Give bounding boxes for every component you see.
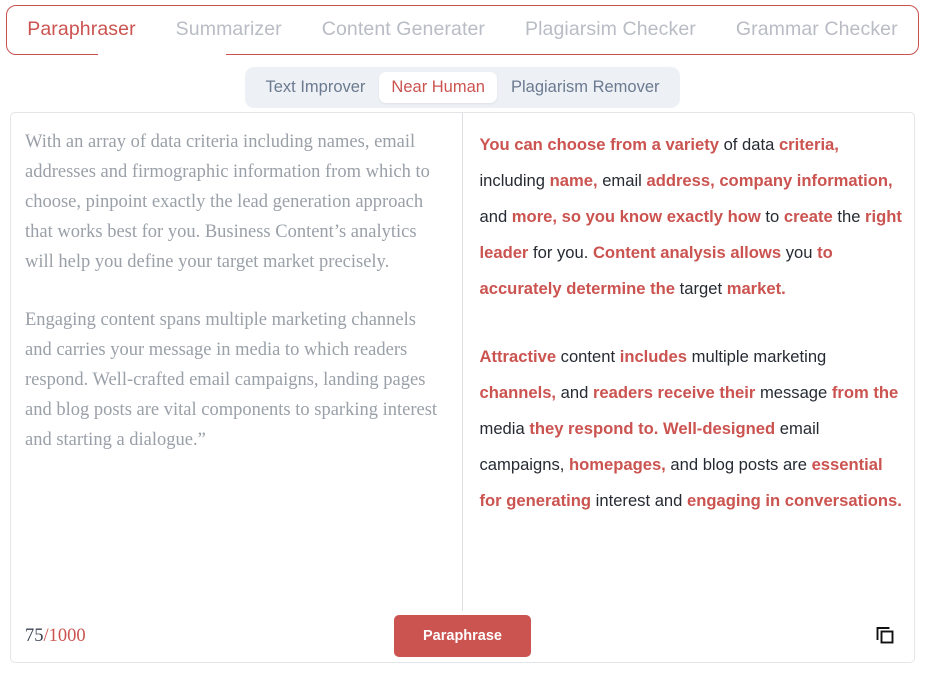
subtab-plagiarism-remover[interactable]: Plagiarism Remover (499, 72, 672, 103)
unchanged-text-run: and blog posts are (665, 455, 812, 474)
changed-text-run: name, (549, 171, 598, 190)
main-tab-list: Paraphraser Summarizer Content Generater Pl… (6, 5, 919, 55)
changed-text-run: create (783, 207, 833, 226)
card-footer: 75/1000 Paraphrase (11, 610, 914, 662)
unchanged-text-run: target (675, 279, 727, 298)
unchanged-text-run: multiple marketing (687, 347, 827, 366)
changed-text-run: channels, (479, 383, 557, 402)
copy-button[interactable] (870, 621, 900, 651)
cta-container: Paraphrase (11, 615, 914, 657)
unchanged-text-run: interest and (591, 491, 687, 510)
changed-text-run: from the (831, 383, 899, 402)
active-tab-notch (98, 52, 226, 57)
unchanged-text-run: media (479, 419, 530, 438)
tab-paraphraser[interactable]: Paraphraser (7, 20, 155, 40)
main-tabbar: Paraphraser Summarizer Content Generater Pl… (6, 5, 919, 57)
subtab-row: Text Improver Near Human Plagiarism Remove… (0, 67, 925, 108)
tab-summarizer[interactable]: Summarizer (156, 20, 302, 40)
subtab-near-human[interactable]: Near Human (379, 72, 497, 103)
source-paragraph: Engaging content spans multiple marketin… (25, 310, 438, 450)
unchanged-text-run: email (597, 171, 647, 190)
unchanged-text-run: message (755, 383, 832, 402)
unchanged-text-run: and (479, 207, 512, 226)
output-paragraph: Attractive content includes multiple mar… (480, 339, 905, 519)
subtab-text-improver[interactable]: Text Improver (253, 72, 377, 103)
changed-text-run: You can choose from a variety (479, 135, 719, 154)
changed-text-run: criteria, (778, 135, 839, 154)
output-paragraph: You can choose from a variety of data cr… (480, 127, 905, 307)
changed-text-run: readers receive their (592, 383, 756, 402)
unchanged-text-run: including (479, 171, 550, 190)
changed-text-run: engaging in conversations. (687, 491, 902, 510)
unchanged-text-run: and (556, 383, 593, 402)
changed-text-run: more, so you know exactly how (511, 207, 761, 226)
changed-text-run: homepages, (568, 455, 666, 474)
tab-grammar-checker[interactable]: Grammar Checker (716, 20, 918, 40)
changed-text-run: Content analysis allows (592, 243, 782, 262)
pane-divider (462, 113, 463, 611)
subtab-group: Text Improver Near Human Plagiarism Remove… (245, 67, 680, 108)
unchanged-text-run: you (781, 243, 818, 262)
changed-text-run: they respond to. Well-designed (529, 419, 776, 438)
changed-text-run: Attractive (479, 347, 557, 366)
paraphrase-button[interactable]: Paraphrase (394, 615, 531, 657)
changed-text-run: market. (726, 279, 786, 298)
unchanged-text-run: the (832, 207, 866, 226)
character-count: 75 (25, 625, 44, 646)
copy-icon (873, 623, 897, 650)
paraphraser-card: With an array of data criteria including… (10, 112, 915, 663)
unchanged-text-run: of data (718, 135, 779, 154)
tab-content-generater[interactable]: Content Generater (302, 20, 505, 40)
character-counter: 75/1000 (25, 626, 86, 647)
character-limit: /1000 (43, 625, 86, 646)
output-text-area[interactable]: You can choose from a variety of data cr… (462, 113, 915, 611)
editor-panes: With an array of data criteria including… (11, 113, 914, 611)
unchanged-text-run: for you. (528, 243, 593, 262)
unchanged-text-run: to (760, 207, 784, 226)
changed-text-run: address, company information, (646, 171, 893, 190)
source-paragraph: With an array of data criteria including… (25, 132, 430, 272)
changed-text-run: includes (619, 347, 688, 366)
source-text-editor[interactable]: With an array of data criteria including… (11, 113, 462, 611)
unchanged-text-run: content (556, 347, 620, 366)
tab-plagiarsim-checker[interactable]: Plagiarsim Checker (505, 20, 716, 40)
